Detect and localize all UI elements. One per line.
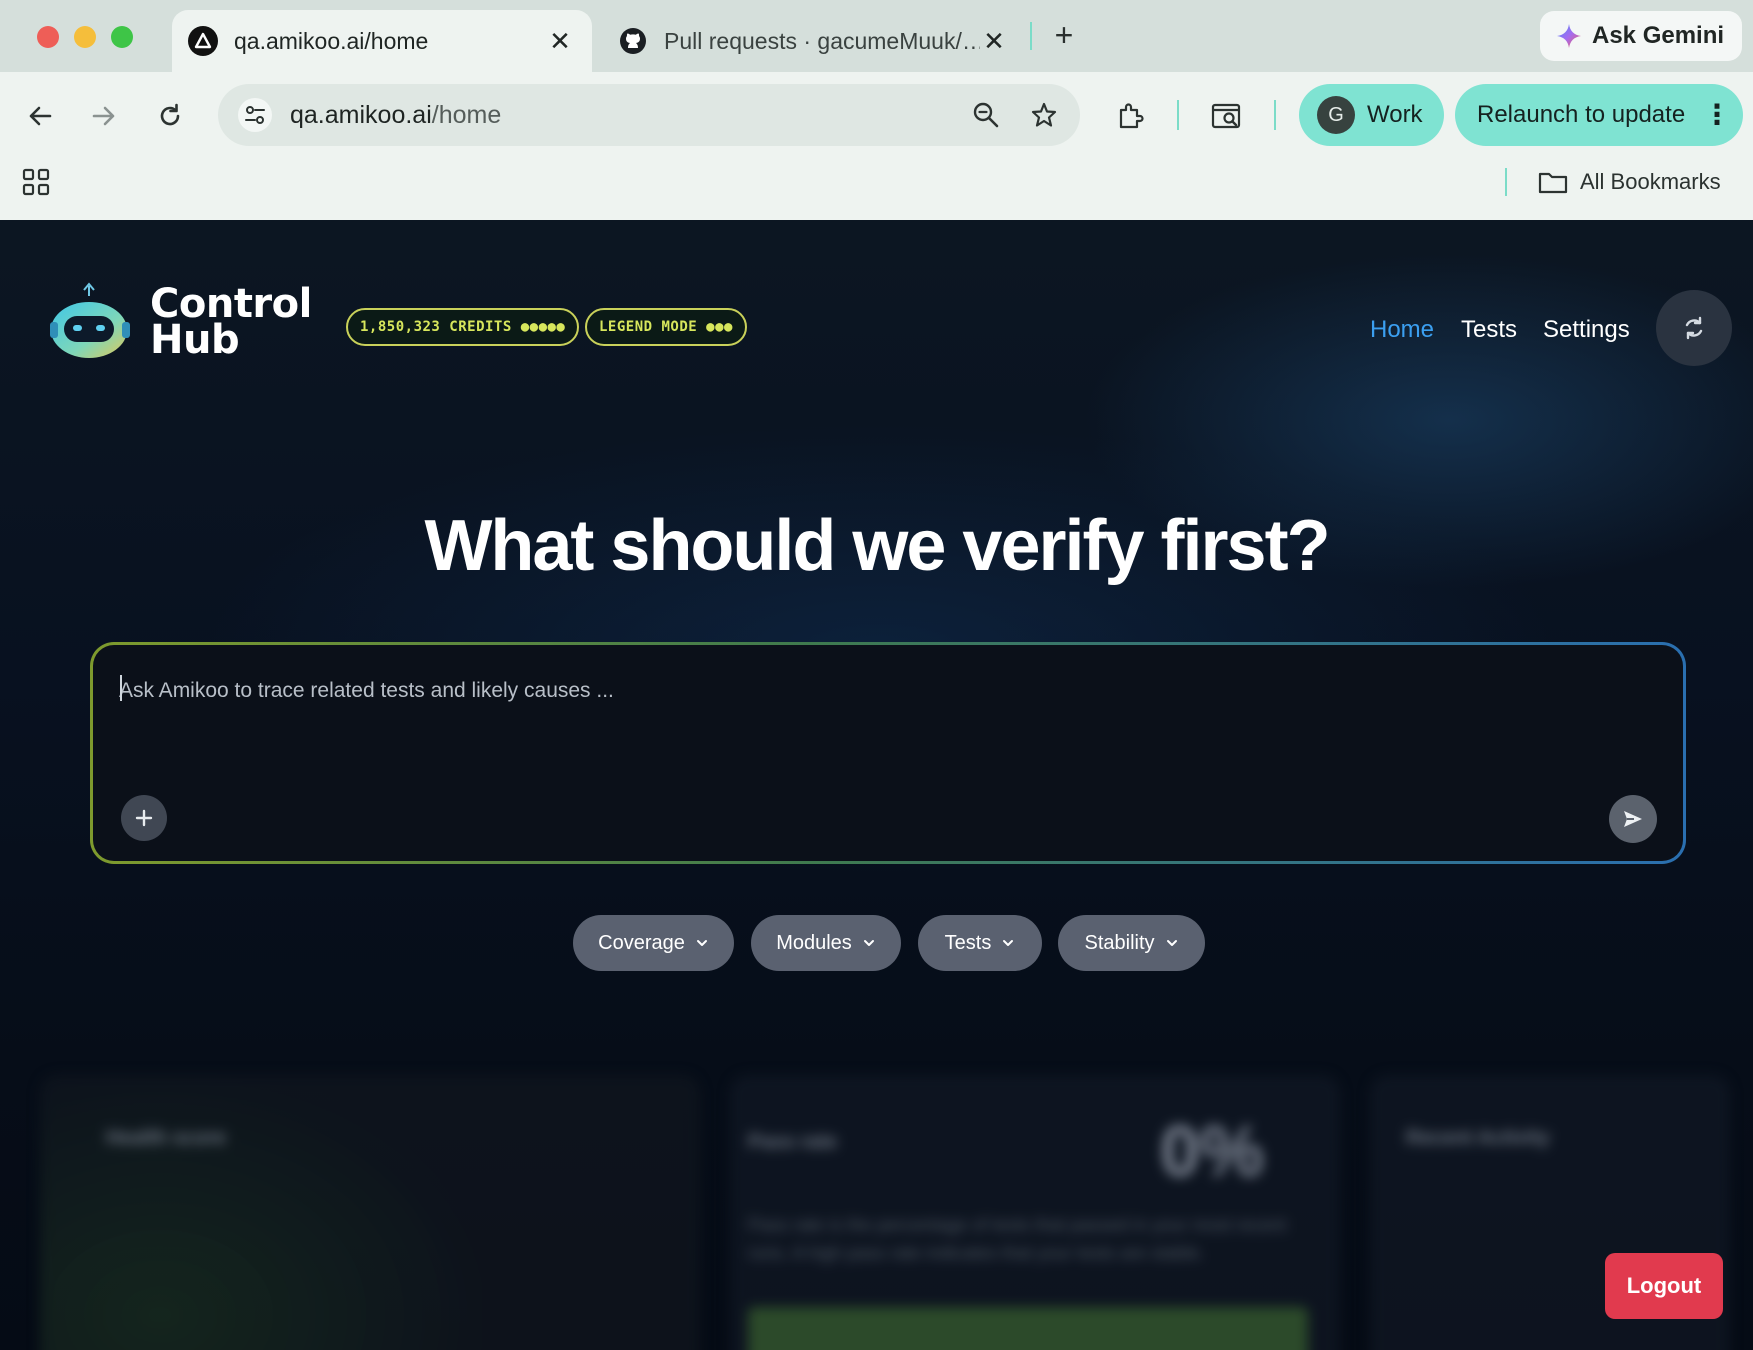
plus-icon: [135, 809, 153, 827]
chip-label: Stability: [1084, 931, 1155, 954]
tab-strip: qa.amikoo.ai/home ✕ Pull requests · gacu…: [0, 0, 1753, 72]
app-viewport: Control Hub 1,850,323 CREDITS ●●●●● LEGE…: [0, 220, 1753, 1350]
gemini-sparkle-icon: [1557, 24, 1581, 48]
reload-icon[interactable]: [150, 96, 190, 136]
toolbar-separator: [1274, 100, 1276, 130]
tab-close-button[interactable]: ✕: [546, 26, 574, 56]
profile-button[interactable]: G Work: [1299, 84, 1444, 146]
tab-close-button[interactable]: ✕: [980, 26, 1008, 56]
ask-gemini-label: Ask Gemini: [1592, 22, 1725, 49]
robot-logo-icon: [50, 282, 130, 358]
refresh-button[interactable]: [1656, 290, 1732, 366]
refresh-icon: [1685, 316, 1703, 340]
health-score-label: Health score: [106, 1127, 227, 1149]
health-score-card: Health score: [40, 1075, 700, 1350]
tab-search-icon[interactable]: [1207, 96, 1247, 136]
send-button[interactable]: [1609, 795, 1657, 843]
prompt-input[interactable]: [119, 673, 1619, 709]
chip-label: Modules: [776, 931, 852, 954]
profile-label: Work: [1367, 101, 1423, 128]
coverage-dropdown[interactable]: Coverage: [573, 915, 734, 971]
tab-separator: [1030, 22, 1032, 50]
address-bar[interactable]: qa.amikoo.ai/home: [218, 84, 1080, 146]
chevron-down-icon: [696, 940, 707, 946]
relaunch-label: Relaunch to update: [1477, 101, 1686, 128]
browser-chrome: qa.amikoo.ai/home ✕ Pull requests · gacu…: [0, 0, 1753, 220]
all-bookmarks-button[interactable]: All Bookmarks: [1538, 164, 1721, 200]
nav-home[interactable]: Home: [1370, 312, 1434, 348]
bookmark-star-icon[interactable]: [1022, 93, 1066, 137]
ask-gemini-button[interactable]: Ask Gemini: [1540, 11, 1742, 61]
window-close-button[interactable]: [37, 26, 59, 48]
prompt-box: [90, 642, 1686, 864]
chevron-down-icon: [1166, 940, 1177, 946]
window-minimize-button[interactable]: [74, 26, 96, 48]
site-settings-icon[interactable]: [238, 98, 272, 132]
github-icon: [618, 26, 648, 56]
bookmarks-separator: [1505, 168, 1507, 196]
pass-rate-description: Pass rate is the percentage of tests tha…: [748, 1215, 1287, 1263]
stability-dropdown[interactable]: Stability: [1058, 915, 1205, 971]
window-zoom-button[interactable]: [111, 26, 133, 48]
chevron-down-icon: [863, 940, 874, 946]
tests-dropdown[interactable]: Tests: [918, 915, 1042, 971]
zoom-icon[interactable]: [964, 93, 1008, 137]
chevron-down-icon: [1003, 940, 1014, 946]
add-attachment-button[interactable]: [121, 795, 167, 841]
hero-title: What should we verify first?: [424, 506, 1330, 586]
brand-title[interactable]: Control Hub: [150, 284, 312, 363]
toolbar-separator: [1177, 100, 1179, 130]
dashboard-blurred: Health score Pass rate 0% Pass rate is t…: [40, 1075, 1730, 1350]
tab-amikoo-home[interactable]: qa.amikoo.ai/home ✕: [172, 10, 592, 72]
logout-button[interactable]: Logout: [1605, 1253, 1723, 1319]
pass-rate-value: 0%: [1160, 1112, 1265, 1192]
relaunch-update-button[interactable]: Relaunch to update ⋮: [1455, 84, 1743, 146]
tab-pull-requests[interactable]: Pull requests · gacumeMuuk/… ✕: [606, 10, 1026, 72]
pass-rate-bar: [748, 1307, 1308, 1350]
folder-icon: [1538, 172, 1568, 194]
new-tab-button[interactable]: +: [1047, 17, 1081, 53]
pass-rate-card: Pass rate 0% Pass rate is the percentage…: [730, 1075, 1340, 1350]
chip-label: Tests: [944, 931, 992, 954]
tab-title: qa.amikoo.ai/home: [234, 27, 429, 54]
forward-arrow-icon[interactable]: [84, 96, 124, 136]
credits-badge: 1,850,323 CREDITS ●●●●●: [346, 308, 580, 346]
amikoo-triangle-icon: [188, 26, 218, 56]
bookmarks-bar: All Bookmarks: [0, 158, 1753, 206]
url-text: qa.amikoo.ai/home: [290, 101, 964, 130]
chip-label: Coverage: [598, 931, 685, 954]
url-host: qa.amikoo.ai: [290, 100, 432, 129]
tab-title: Pull requests · gacumeMuuk/…: [664, 27, 980, 54]
extensions-puzzle-icon[interactable]: [1110, 96, 1150, 136]
back-arrow-icon[interactable]: [20, 96, 60, 136]
apps-grid-icon[interactable]: [22, 168, 50, 201]
all-bookmarks-label: All Bookmarks: [1580, 169, 1721, 194]
kebab-menu-icon[interactable]: ⋮: [1703, 96, 1731, 134]
pass-rate-label: Pass rate: [748, 1131, 837, 1153]
nav-settings[interactable]: Settings: [1543, 312, 1630, 348]
send-arrow-icon: [1624, 811, 1642, 827]
brand-line-2: Hub: [150, 317, 240, 363]
mode-badge: LEGEND MODE ●●●: [585, 308, 747, 346]
modules-dropdown[interactable]: Modules: [751, 915, 901, 971]
avatar: G: [1317, 96, 1355, 134]
text-caret: [120, 675, 122, 701]
recent-activity-label: Recent Activity: [1406, 1127, 1550, 1149]
url-path: /home: [431, 100, 502, 129]
nav-tests[interactable]: Tests: [1461, 312, 1517, 348]
